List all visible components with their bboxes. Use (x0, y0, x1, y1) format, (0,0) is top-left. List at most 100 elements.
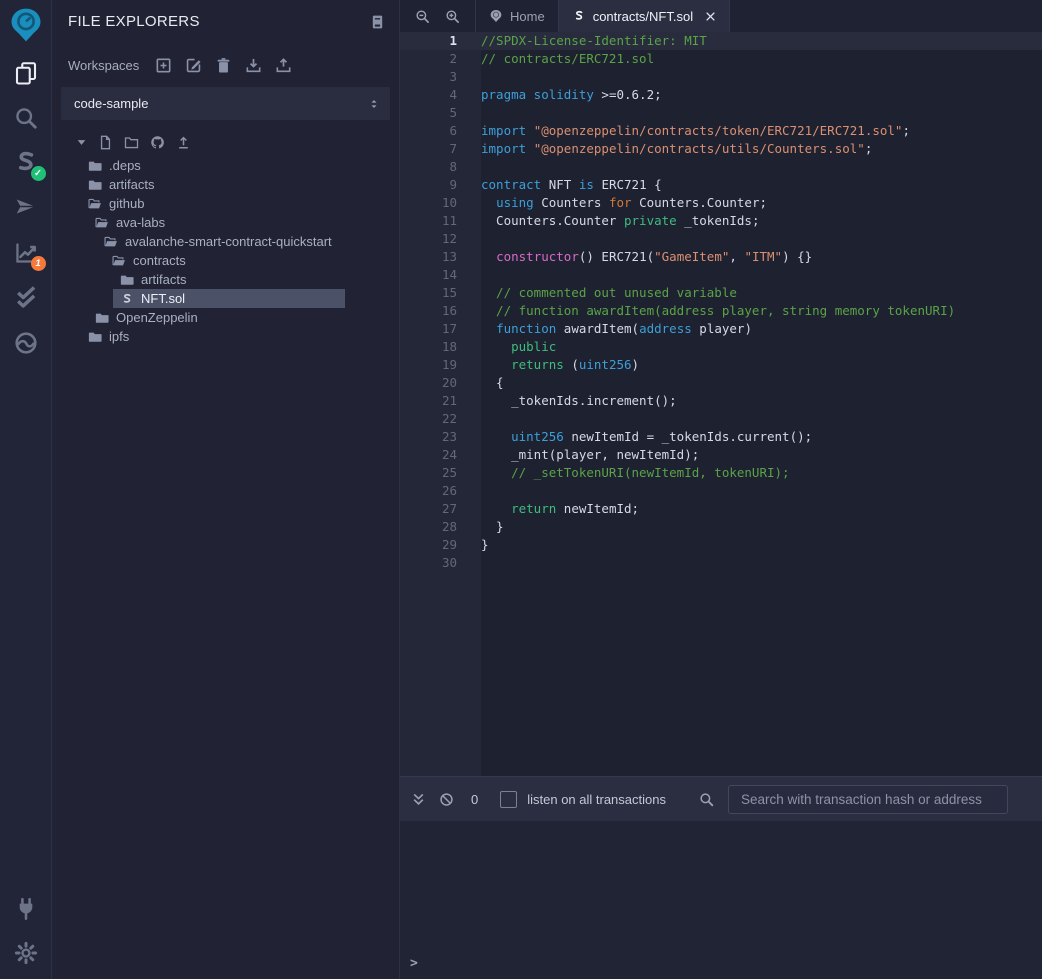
line-number[interactable]: 14 (400, 266, 481, 284)
line-number[interactable]: 17 (400, 320, 481, 338)
upload-file-icon[interactable] (176, 135, 191, 150)
new-folder-icon[interactable] (124, 135, 139, 150)
code-line[interactable]: 1//SPDX-License-Identifier: MIT (400, 32, 1042, 50)
code-line[interactable]: 6import "@openzeppelin/contracts/token/E… (400, 122, 1042, 140)
tab-contracts-nft-sol[interactable]: contracts/NFT.sol (559, 0, 730, 32)
tree-item-folder[interactable]: ava-labs (52, 213, 399, 232)
code-line[interactable]: 28 } (400, 518, 1042, 536)
search-icon[interactable] (14, 106, 38, 130)
line-number[interactable]: 24 (400, 446, 481, 464)
line-number[interactable]: 21 (400, 392, 481, 410)
sourcify-icon[interactable] (14, 331, 38, 355)
line-number[interactable]: 23 (400, 428, 481, 446)
code-line[interactable]: 12 (400, 230, 1042, 248)
github-icon[interactable] (150, 135, 165, 150)
line-number[interactable]: 29 (400, 536, 481, 554)
code-line[interactable]: 27 return newItemId; (400, 500, 1042, 518)
new-file-icon[interactable] (98, 135, 113, 150)
deploy-run-icon[interactable] (14, 196, 38, 220)
code-line[interactable]: 20 { (400, 374, 1042, 392)
line-number[interactable]: 16 (400, 302, 481, 320)
code-line[interactable]: 8 (400, 158, 1042, 176)
clear-console-icon[interactable] (439, 792, 454, 807)
line-number[interactable]: 12 (400, 230, 481, 248)
book-icon[interactable] (370, 14, 385, 30)
rename-workspace-icon[interactable] (185, 57, 202, 74)
line-number[interactable]: 7 (400, 140, 481, 158)
tree-item-folder[interactable]: ipfs (52, 327, 399, 346)
code-line[interactable]: 30 (400, 554, 1042, 572)
line-number[interactable]: 30 (400, 554, 481, 572)
create-workspace-icon[interactable] (155, 57, 172, 74)
code-line[interactable]: 16 // function awardItem(address player,… (400, 302, 1042, 320)
solidity-compiler-icon[interactable]: ✓ (14, 151, 38, 175)
code-line[interactable]: 23 uint256 newItemId = _tokenIds.current… (400, 428, 1042, 446)
tree-item-folder[interactable]: avalanche-smart-contract-quickstart (52, 232, 399, 251)
line-number[interactable]: 1 (400, 32, 481, 50)
code-line[interactable]: 2// contracts/ERC721.sol (400, 50, 1042, 68)
line-number[interactable]: 10 (400, 194, 481, 212)
code-line[interactable]: 13 constructor() ERC721("GameItem", "ITM… (400, 248, 1042, 266)
line-number[interactable]: 6 (400, 122, 481, 140)
code-line[interactable]: 29} (400, 536, 1042, 554)
download-workspaces-icon[interactable] (245, 57, 262, 74)
line-number[interactable]: 8 (400, 158, 481, 176)
code-line[interactable]: 24 _mint(player, newItemId); (400, 446, 1042, 464)
collapse-caret-icon[interactable] (76, 137, 87, 148)
terminal-output[interactable]: > (400, 821, 1042, 979)
restore-workspaces-icon[interactable] (275, 57, 292, 74)
code-line[interactable]: 17 function awardItem(address player) (400, 320, 1042, 338)
line-number[interactable]: 25 (400, 464, 481, 482)
code-line[interactable]: 14 (400, 266, 1042, 284)
line-number[interactable]: 15 (400, 284, 481, 302)
line-number[interactable]: 27 (400, 500, 481, 518)
code-editor[interactable]: 1//SPDX-License-Identifier: MIT2// contr… (400, 32, 1042, 776)
line-number[interactable]: 26 (400, 482, 481, 500)
code-line[interactable]: 25 // _setTokenURI(newItemId, tokenURI); (400, 464, 1042, 482)
tree-item-folder[interactable]: artifacts (52, 270, 399, 289)
tab-home[interactable]: Home (475, 0, 559, 32)
transaction-search-input[interactable] (728, 785, 1008, 814)
tree-item-folder[interactable]: github (52, 194, 399, 213)
line-number[interactable]: 5 (400, 104, 481, 122)
tree-item-file[interactable]: NFT.sol (113, 289, 345, 308)
code-line[interactable]: 10 using Counters for Counters.Counter; (400, 194, 1042, 212)
code-line[interactable]: 11 Counters.Counter private _tokenIds; (400, 212, 1042, 230)
settings-icon[interactable] (14, 941, 38, 965)
workspace-select[interactable]: code-sample (61, 87, 390, 120)
line-number[interactable]: 19 (400, 356, 481, 374)
file-explorer-icon[interactable] (14, 61, 38, 85)
plugin-manager-icon[interactable] (14, 897, 38, 921)
code-line[interactable]: 9contract NFT is ERC721 { (400, 176, 1042, 194)
tree-item-folder[interactable]: contracts (52, 251, 399, 270)
line-number[interactable]: 9 (400, 176, 481, 194)
code-line[interactable]: 19 returns (uint256) (400, 356, 1042, 374)
tree-item-folder[interactable]: OpenZeppelin (52, 308, 399, 327)
delete-workspace-icon[interactable] (215, 57, 232, 74)
code-line[interactable]: 7import "@openzeppelin/contracts/utils/C… (400, 140, 1042, 158)
close-icon[interactable] (705, 11, 716, 22)
code-line[interactable]: 15 // commented out unused variable (400, 284, 1042, 302)
line-number[interactable]: 3 (400, 68, 481, 86)
line-number[interactable]: 20 (400, 374, 481, 392)
line-number[interactable]: 11 (400, 212, 481, 230)
line-number[interactable]: 2 (400, 50, 481, 68)
line-number[interactable]: 4 (400, 86, 481, 104)
code-line[interactable]: 22 (400, 410, 1042, 428)
code-line[interactable]: 4pragma solidity >=0.6.2; (400, 86, 1042, 104)
line-number[interactable]: 28 (400, 518, 481, 536)
code-line[interactable]: 5 (400, 104, 1042, 122)
zoom-in-icon[interactable] (445, 9, 460, 24)
terminal-collapse-icon[interactable] (411, 792, 426, 807)
code-line[interactable]: 21 _tokenIds.increment(); (400, 392, 1042, 410)
code-line[interactable]: 3 (400, 68, 1042, 86)
tree-item-folder[interactable]: artifacts (52, 175, 399, 194)
listen-transactions-checkbox[interactable] (500, 791, 517, 808)
code-line[interactable]: 18 public (400, 338, 1042, 356)
line-number[interactable]: 22 (400, 410, 481, 428)
zoom-out-icon[interactable] (415, 9, 430, 24)
tree-item-folder[interactable]: .deps (52, 156, 399, 175)
line-number[interactable]: 13 (400, 248, 481, 266)
analytics-icon[interactable]: 1 (14, 241, 38, 265)
unit-testing-icon[interactable] (14, 286, 38, 310)
